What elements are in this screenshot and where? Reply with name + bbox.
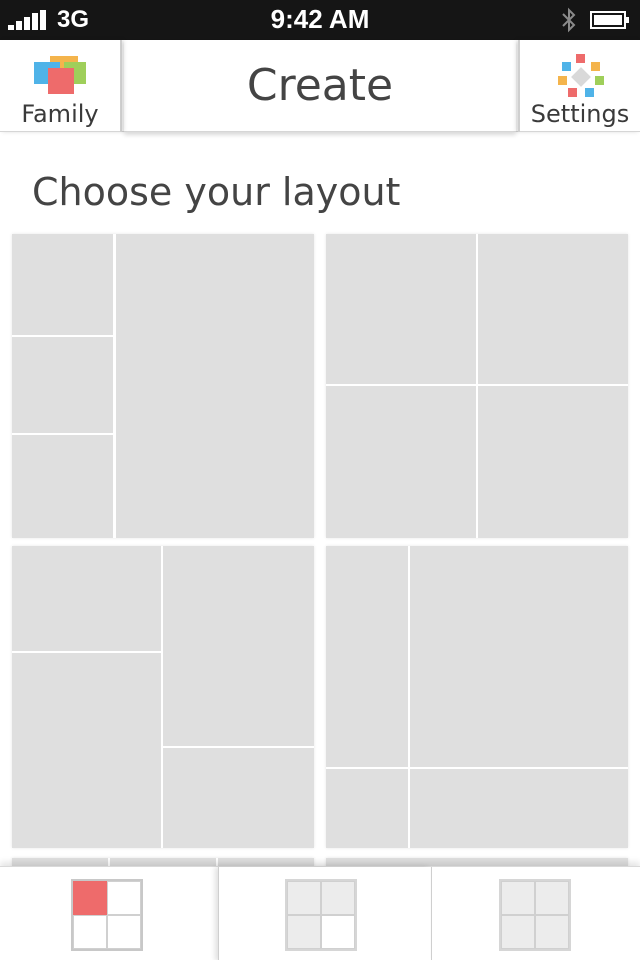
- layout-option-2[interactable]: [326, 234, 628, 538]
- layout-tab-1[interactable]: [0, 867, 214, 960]
- layout-cell: [410, 769, 628, 848]
- layout-cell: [12, 234, 113, 335]
- bluetooth-icon: [562, 7, 576, 33]
- layout-cell: [478, 386, 628, 538]
- layout-cell: [163, 748, 314, 848]
- layout-cell: [326, 769, 408, 848]
- layout-cell: [326, 386, 476, 538]
- settings-button[interactable]: Settings: [518, 40, 640, 132]
- layout-tab-3[interactable]: [431, 867, 640, 960]
- section-title: Choose your layout: [32, 170, 401, 214]
- settings-label: Settings: [530, 100, 630, 128]
- nav-header: Family Create Settings: [0, 40, 640, 132]
- layout-tab-2[interactable]: [218, 867, 430, 960]
- status-time: 9:42 AM: [270, 4, 370, 34]
- layout-option-3[interactable]: [12, 546, 314, 848]
- family-label: Family: [21, 100, 99, 128]
- grid-layout-icon: [285, 879, 357, 951]
- layout-cell: [116, 234, 314, 538]
- battery-icon: [590, 11, 629, 29]
- layout-cell: [12, 337, 113, 433]
- layout-cell: [12, 435, 113, 538]
- grid-layout-icon: [499, 879, 571, 951]
- layout-cell: [163, 546, 314, 746]
- layout-option-1[interactable]: [12, 234, 314, 538]
- page-title: Create: [124, 40, 516, 132]
- bottom-tab-bar: [0, 866, 640, 960]
- family-button[interactable]: Family: [0, 40, 122, 132]
- layout-cell: [12, 546, 161, 651]
- layout-cell: [326, 234, 476, 384]
- status-bar: 3G 9:42 AM: [0, 0, 640, 40]
- layout-cell: [410, 546, 628, 767]
- grid-layout-icon: [71, 879, 143, 951]
- family-icon: [34, 56, 86, 94]
- gear-icon: [558, 54, 604, 97]
- layout-cell: [478, 234, 628, 384]
- layout-option-4[interactable]: [326, 546, 628, 848]
- layout-cell: [326, 546, 408, 767]
- layout-cell: [12, 653, 161, 848]
